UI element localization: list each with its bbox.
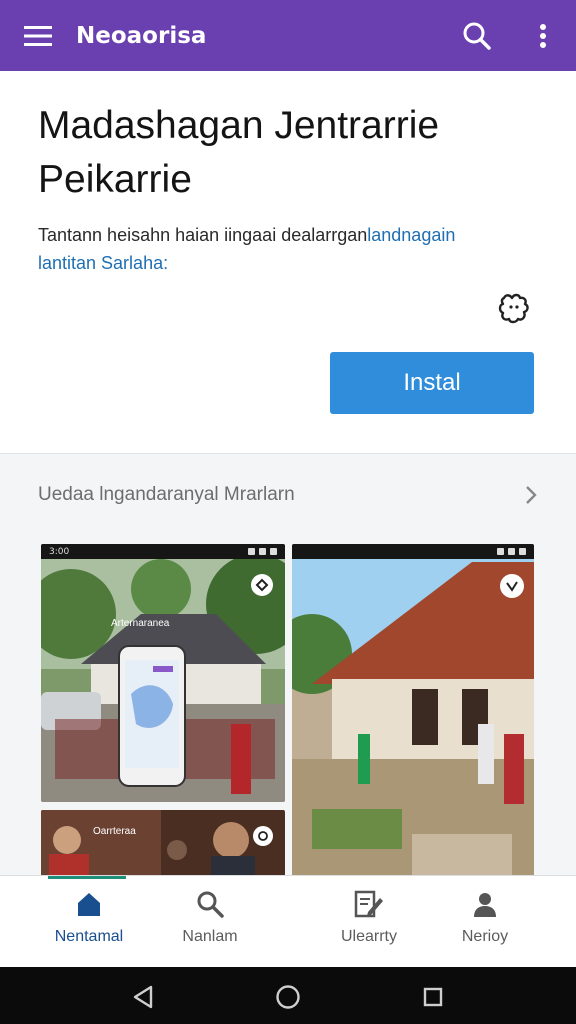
screenshot-status-bar bbox=[292, 544, 534, 559]
home-icon bbox=[73, 888, 105, 920]
person-icon bbox=[469, 888, 501, 920]
nav-item-updates[interactable]: Ulearrty bbox=[314, 888, 424, 960]
chevron-right-icon bbox=[526, 486, 537, 504]
install-button[interactable]: Instal bbox=[330, 352, 534, 414]
overlay-sign: Oarrteraa bbox=[93, 826, 136, 837]
app-title: Neoaorisa bbox=[76, 22, 207, 49]
home-circle-icon[interactable] bbox=[273, 982, 303, 1012]
back-triangle-icon[interactable] bbox=[128, 982, 158, 1012]
nav-label-profile: Nerioy bbox=[461, 928, 509, 945]
share-icon bbox=[253, 826, 273, 846]
nav-label-search: Nanlam bbox=[182, 928, 238, 945]
nav-active-indicator bbox=[48, 876, 126, 879]
status-time: 3:00 bbox=[49, 546, 70, 557]
app-name-heading: Madashagan Jentrarrie Peikarrie bbox=[38, 104, 440, 201]
screenshot-thumbnail-3[interactable]: Oarrteraa bbox=[41, 810, 285, 876]
nav-label-updates: Ulearrty bbox=[340, 928, 397, 945]
menu-icon[interactable] bbox=[0, 0, 76, 71]
nav-item-search[interactable]: Nanlam bbox=[155, 888, 265, 960]
app-bar: Neoaorisa bbox=[0, 0, 576, 71]
screenshot-status-bar: 3:00 bbox=[41, 544, 285, 559]
shield-check-icon bbox=[500, 574, 524, 598]
bottom-navigation: Nentamal Nanlam Ulearrty Nerioy bbox=[0, 875, 576, 967]
more-vert-icon[interactable] bbox=[510, 0, 576, 71]
app-description: Tantann heisahn haian iingaai dealarrgan… bbox=[38, 221, 508, 277]
recents-square-icon[interactable] bbox=[418, 982, 448, 1012]
app-detail-header: Madashagan Jentrarrie Peikarrie Tantann … bbox=[0, 71, 576, 453]
nav-label-home: Nentamal bbox=[54, 928, 124, 945]
nfc-icon bbox=[251, 574, 273, 596]
screenshot-thumbnail-1[interactable]: 3:00 Arternaranea bbox=[41, 544, 285, 802]
puzzle-badge-icon bbox=[494, 289, 534, 329]
section-title: Uedaa lngandaranyal Mrarlarn bbox=[38, 484, 295, 505]
overlay-sign: Arternaranea bbox=[111, 618, 170, 629]
system-navigation-bar bbox=[0, 967, 576, 1024]
edit-document-icon bbox=[353, 888, 385, 920]
search-icon[interactable] bbox=[444, 0, 510, 71]
screenshot-thumbnail-2[interactable] bbox=[292, 544, 534, 879]
nav-item-home[interactable]: Nentamal bbox=[34, 888, 144, 960]
nav-item-profile[interactable]: Nerioy bbox=[430, 888, 540, 960]
screenshots-header[interactable]: Uedaa lngandaranyal Mrarlarn bbox=[38, 480, 538, 510]
search-icon bbox=[194, 888, 226, 920]
description-text: Tantann heisahn haian iingaai dealarrgan bbox=[38, 225, 368, 245]
